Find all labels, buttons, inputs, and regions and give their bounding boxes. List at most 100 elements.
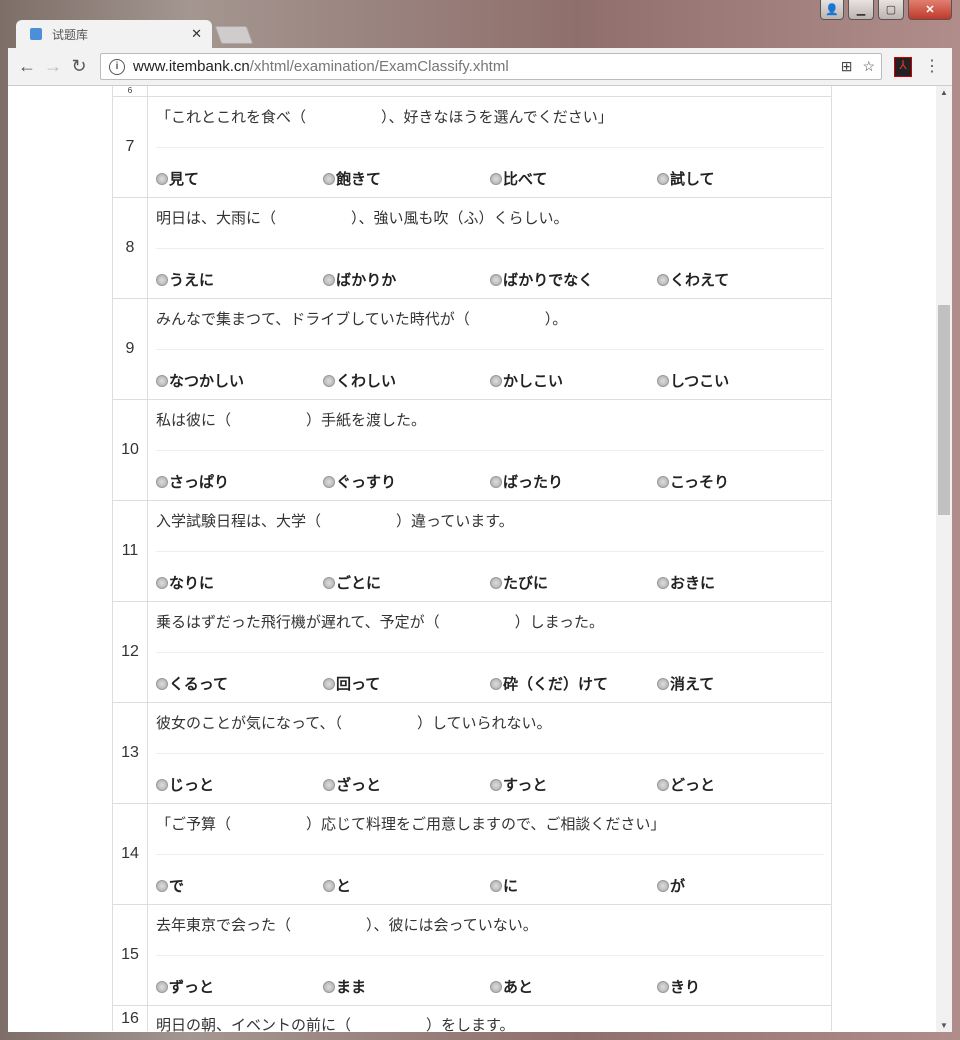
pdf-extension-icon[interactable]: ⅄	[894, 57, 912, 77]
answer-option[interactable]: ずっと	[156, 976, 323, 997]
menu-icon[interactable]: ⋮	[924, 56, 940, 76]
radio-button[interactable]	[323, 677, 335, 690]
answer-option[interactable]: 比べて	[490, 168, 657, 189]
bookmark-star-icon[interactable]: ☆	[862, 58, 875, 75]
answer-option[interactable]: 回って	[323, 673, 490, 694]
radio-button[interactable]	[490, 475, 502, 488]
radio-button[interactable]	[323, 980, 335, 993]
answer-option[interactable]: うえに	[156, 269, 323, 290]
question-row: 15 去年東京で会った（ ）、彼には会っていない。 ずっと まま あと きり	[113, 904, 831, 1005]
profile-button[interactable]: 👤	[820, 0, 844, 20]
radio-button[interactable]	[323, 273, 335, 286]
radio-button[interactable]	[490, 273, 502, 286]
radio-button[interactable]	[657, 980, 669, 993]
answer-option[interactable]: ぐっすり	[323, 471, 490, 492]
radio-button[interactable]	[323, 374, 335, 387]
radio-button[interactable]	[657, 677, 669, 690]
translate-icon[interactable]: ⊞	[841, 58, 853, 75]
answer-option[interactable]: おきに	[657, 572, 824, 593]
radio-button[interactable]	[657, 475, 669, 488]
radio-button[interactable]	[156, 576, 168, 589]
radio-button[interactable]	[156, 374, 168, 387]
minimize-button[interactable]: ▁	[848, 0, 874, 20]
radio-button[interactable]	[490, 879, 502, 892]
answer-option[interactable]: ばかりでなく	[490, 269, 657, 290]
option-label: ずっと	[169, 979, 215, 996]
radio-button[interactable]	[657, 576, 669, 589]
answer-option[interactable]: あと	[490, 976, 657, 997]
reload-icon[interactable]: ↻	[66, 56, 92, 77]
radio-button[interactable]	[657, 879, 669, 892]
radio-button[interactable]	[490, 980, 502, 993]
answer-option[interactable]: なつかしい	[156, 370, 323, 391]
option-label: 比べて	[503, 171, 548, 188]
tab-active[interactable]: 试题库 ✕	[16, 20, 212, 48]
radio-button[interactable]	[156, 980, 168, 993]
answer-option[interactable]: こっそり	[657, 471, 824, 492]
answer-option[interactable]: くわしい	[323, 370, 490, 391]
answer-option[interactable]: きり	[657, 976, 824, 997]
radio-button[interactable]	[323, 879, 335, 892]
answer-option[interactable]: と	[323, 875, 490, 896]
radio-button[interactable]	[490, 172, 502, 185]
answer-option[interactable]: ごとに	[323, 572, 490, 593]
radio-button[interactable]	[156, 475, 168, 488]
radio-button[interactable]	[323, 475, 335, 488]
radio-button[interactable]	[657, 172, 669, 185]
radio-button[interactable]	[657, 374, 669, 387]
answer-option[interactable]: に	[490, 875, 657, 896]
answer-option[interactable]: 試して	[657, 168, 824, 189]
answer-option[interactable]: くわえて	[657, 269, 824, 290]
info-icon[interactable]: i	[109, 58, 125, 75]
answer-option[interactable]: たびに	[490, 572, 657, 593]
answer-option[interactable]: 消えて	[657, 673, 824, 694]
answer-option[interactable]: しつこい	[657, 370, 824, 391]
answer-option[interactable]: で	[156, 875, 323, 896]
scrollbar-thumb[interactable]	[938, 305, 950, 515]
back-icon[interactable]: ←	[14, 56, 40, 77]
radio-button[interactable]	[490, 374, 502, 387]
answer-option[interactable]: かしこい	[490, 370, 657, 391]
answer-option[interactable]: なりに	[156, 572, 323, 593]
answer-option[interactable]: くるって	[156, 673, 323, 694]
option-label: しつこい	[670, 373, 730, 390]
answer-option[interactable]: 砕（くだ）けて	[490, 673, 657, 694]
question-text: 明日の朝、イベントの前に（ ）をします。	[156, 1017, 515, 1034]
radio-button[interactable]	[657, 273, 669, 286]
radio-button[interactable]	[323, 576, 335, 589]
radio-button[interactable]	[156, 677, 168, 690]
answer-option[interactable]: 見て	[156, 168, 323, 189]
close-tab-icon[interactable]: ✕	[191, 26, 202, 42]
answer-option[interactable]: が	[657, 875, 824, 896]
option-label: どっと	[670, 777, 716, 794]
radio-button[interactable]	[490, 677, 502, 690]
answer-option[interactable]: ざっと	[323, 774, 490, 795]
answer-option[interactable]: じっと	[156, 774, 323, 795]
radio-button[interactable]	[156, 172, 168, 185]
radio-button[interactable]	[323, 778, 335, 791]
answer-option[interactable]: さっぱり	[156, 471, 323, 492]
radio-button[interactable]	[490, 576, 502, 589]
radio-button[interactable]	[323, 172, 335, 185]
answer-option[interactable]: 飽きて	[323, 168, 490, 189]
answer-option[interactable]: ばったり	[490, 471, 657, 492]
answer-option[interactable]: すっと	[490, 774, 657, 795]
radio-button[interactable]	[490, 778, 502, 791]
radio-button[interactable]	[657, 778, 669, 791]
new-tab-button[interactable]	[214, 26, 254, 44]
answer-option[interactable]: まま	[323, 976, 490, 997]
radio-button[interactable]	[156, 879, 168, 892]
scroll-up-icon[interactable]: ▲	[936, 88, 952, 97]
question-text: 「ご予算（ ）応じて料理をご用意しますので、ご相談ください」	[156, 804, 824, 855]
maximize-button[interactable]: ▢	[878, 0, 904, 20]
radio-button[interactable]	[156, 273, 168, 286]
address-bar[interactable]: i www.itembank.cn/xhtml/examination/Exam…	[100, 53, 882, 80]
scroll-down-icon[interactable]: ▼	[936, 1021, 952, 1030]
answer-option[interactable]: ばかりか	[323, 269, 490, 290]
option-label: くわえて	[670, 272, 730, 289]
answer-option[interactable]: どっと	[657, 774, 824, 795]
forward-icon[interactable]: →	[40, 56, 66, 77]
close-window-button[interactable]: ✕	[908, 0, 952, 20]
radio-button[interactable]	[156, 778, 168, 791]
scrollbar[interactable]: ▲ ▼	[936, 86, 952, 1032]
